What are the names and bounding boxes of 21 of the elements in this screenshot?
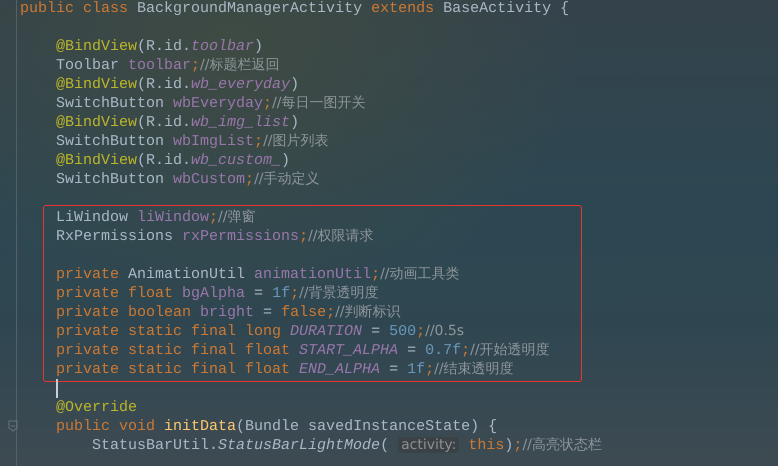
code-line: StatusBarUtil.StatusBarLightMode( activity: this);//高亮状态栏 [92,436,602,455]
code-line: SwitchButton wbCustom;//手动定义 [56,170,320,189]
code-line: @BindView(R.id.wb_everyday) [56,75,300,94]
code-line: public void initData(Bundle savedInstanceState) { [56,417,498,436]
code-line: @BindView(R.id.wb_custom_) [56,151,290,170]
code-line: SwitchButton wbImgList;//图片列表 [56,132,328,151]
code-line: SwitchButton wbEveryday;//每日一图开关 [56,94,366,113]
code-line: private boolean bright = false;//判断标识 [56,303,401,322]
code-line: @Override [56,398,138,417]
code-line: private AnimationUtil animationUtil;//动画工具类 [56,265,460,284]
code-line: private float bgAlpha = 1f;//背景透明度 [56,284,379,303]
code-line: RxPermissions rxPermissions;//权限请求 [56,227,374,246]
code-line: @BindView(R.id.wb_img_list) [56,113,300,132]
code-line: private static final float START_ALPHA = 0.7f;//开始透明度 [56,341,550,360]
code-line: @BindView(R.id.toolbar) [56,37,264,56]
code-line: Toolbar toolbar;//标题栏返回 [56,56,280,75]
code-line: LiWindow liWindow;//弹窗 [56,208,256,227]
code-line: private static final long DURATION = 500;//0.5s [56,322,464,341]
code-line: private static final float END_ALPHA = 1f;//结束透明度 [56,360,514,379]
code-line: public class BackgroundManagerActivity extends BaseActivity { [20,0,570,18]
fold-marker-icon[interactable] [8,420,18,432]
